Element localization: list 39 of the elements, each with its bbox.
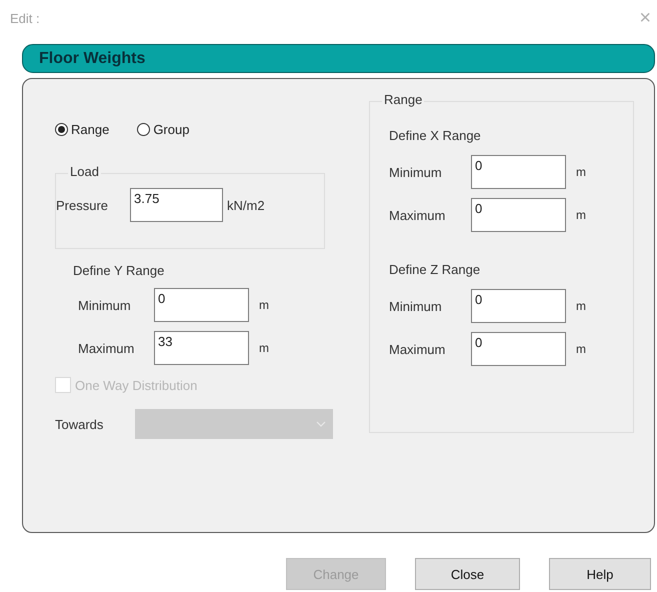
input-field[interactable]: 0 <box>471 198 566 232</box>
dialog-button[interactable]: Close <box>415 558 520 590</box>
section-title: Define X Range <box>389 128 482 143</box>
field-label: Maximum <box>78 340 136 356</box>
unit-label: m <box>576 208 586 222</box>
unit-label: m <box>576 299 586 313</box>
dialog-button[interactable]: Help <box>549 558 651 590</box>
group-legend: Range <box>382 92 424 107</box>
section-title: Define Y Range <box>73 263 166 278</box>
input-field[interactable]: 33 <box>154 331 249 365</box>
input-field[interactable]: 3.75 <box>130 188 223 222</box>
checkbox-label: One Way Distribution <box>75 378 198 392</box>
input-field[interactable]: 0 <box>471 289 566 323</box>
section-title: Define Z Range <box>389 262 482 277</box>
radio-option[interactable]: Group <box>137 122 190 136</box>
unit-label: m <box>576 342 586 356</box>
header-title: Floor Weights <box>39 50 146 68</box>
input-field[interactable]: 0 <box>471 155 566 189</box>
radio-button[interactable] <box>137 122 150 136</box>
field-label: Pressure <box>56 198 110 212</box>
unit-label: m <box>259 298 269 312</box>
field-label: Minimum <box>389 298 443 314</box>
group-legend: Load <box>68 164 101 179</box>
unit-label: m <box>259 341 269 355</box>
field-label: Maximum <box>389 342 446 356</box>
field-label: Towards <box>55 416 104 432</box>
field-label: Minimum <box>389 164 443 180</box>
input-field[interactable]: 0 <box>471 332 566 366</box>
radio-label: Range <box>71 122 110 136</box>
field-label: Minimum <box>78 298 132 312</box>
unit-label: m <box>576 165 586 179</box>
radio-button[interactable] <box>55 122 68 136</box>
field-label: Maximum <box>389 208 446 222</box>
chevron-icon <box>316 421 326 427</box>
window-title: Edit : <box>10 10 40 26</box>
unit-label: kN/m2 <box>227 198 265 212</box>
radio-label: Group <box>153 122 190 136</box>
radio-option[interactable]: Range <box>55 122 110 136</box>
input-field[interactable]: 0 <box>154 288 249 322</box>
